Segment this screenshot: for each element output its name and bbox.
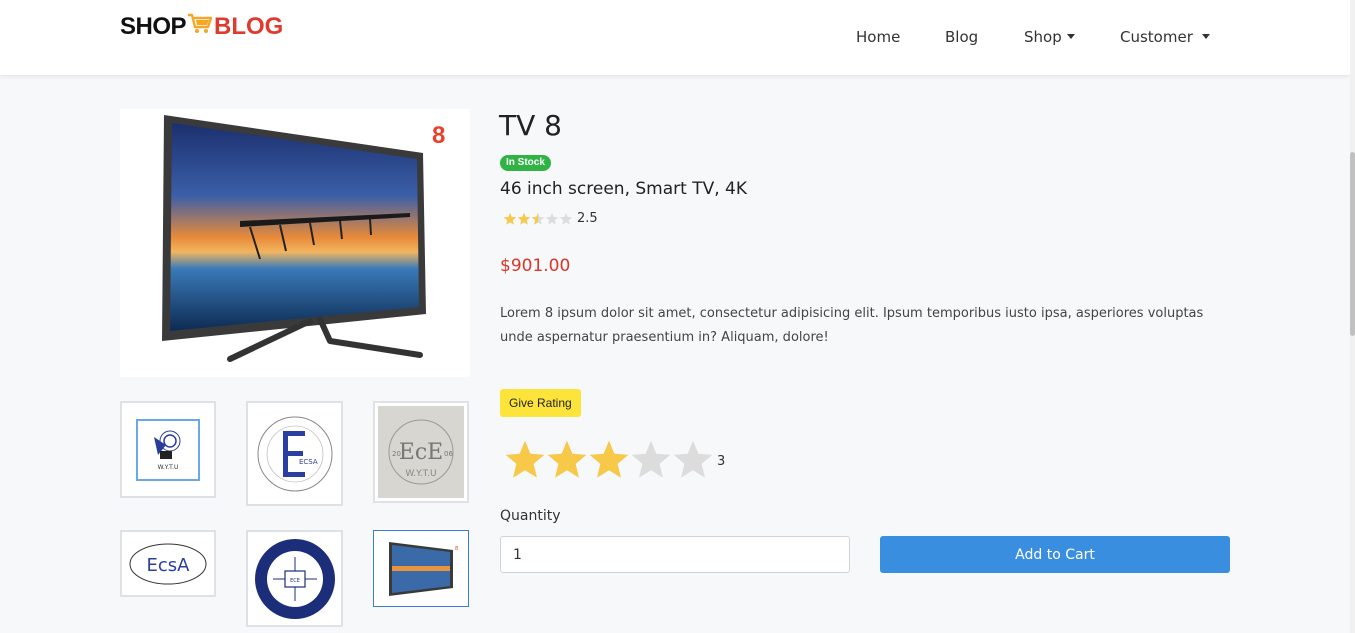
quantity-input[interactable]: [500, 536, 850, 573]
thumbnail-3-year-left: 20: [392, 450, 401, 458]
navbar: SHOP BLOG Home Blog Shop Customer: [0, 0, 1350, 75]
quantity-label: Quantity: [500, 508, 561, 524]
user-star-empty-icon[interactable]: [671, 438, 715, 482]
thumbnail-2-label: ECSA: [299, 458, 318, 466]
thumbnail-2[interactable]: ECSA: [246, 401, 343, 506]
thumbnail-4[interactable]: EcsA: [120, 530, 216, 597]
user-rating-value: 3: [717, 453, 726, 469]
user-rating-stars[interactable]: 3: [503, 438, 725, 482]
product-star-empty-icon: [559, 212, 573, 225]
shopping-cart-icon: [187, 11, 213, 42]
nav-customer-label: Customer: [1120, 28, 1193, 46]
user-star-empty-icon[interactable]: [629, 438, 673, 482]
brand-blog-text: BLOG: [214, 12, 284, 40]
brand-logo[interactable]: SHOP BLOG: [120, 11, 283, 42]
user-star-full-icon[interactable]: [503, 438, 547, 482]
rating-stars: [503, 212, 573, 226]
product-description: Lorem 8 ipsum dolor sit amet, consectetu…: [500, 306, 1204, 345]
user-star-full-icon[interactable]: [545, 438, 589, 482]
thumbnail-3-sub: W.Y.T.U: [405, 469, 436, 479]
product-image-number: 8: [432, 122, 445, 149]
rating-value: 2.5: [577, 211, 598, 226]
product-subtitle: 46 inch screen, Smart TV, 4K: [500, 179, 747, 199]
brand-shop-text: SHOP: [120, 12, 187, 40]
product-star-empty-icon: [545, 212, 559, 225]
thumbnail-5[interactable]: ECE: [246, 530, 343, 627]
thumbnail-5-label: ECE: [290, 578, 300, 584]
nav-shop[interactable]: Shop: [1024, 28, 1075, 46]
thumbnail-3[interactable]: EcE 20 06 W.Y.T.U: [373, 401, 469, 503]
product-star-full-icon: [503, 212, 517, 225]
nav-shop-label: Shop: [1024, 28, 1062, 46]
nav-home[interactable]: Home: [856, 28, 900, 46]
thumbnail-1-label: W.Y.T.U: [158, 464, 179, 471]
add-to-cart-button[interactable]: Add to Cart: [880, 536, 1230, 573]
product-star-full-icon: [517, 212, 531, 225]
nav-customer[interactable]: Customer: [1120, 28, 1210, 46]
give-rating-button[interactable]: Give Rating: [500, 389, 581, 417]
stock-badge: In Stock: [500, 155, 551, 171]
thumbnail-6-label: 8: [455, 546, 458, 552]
nav-blog[interactable]: Blog: [945, 28, 978, 46]
product-price: $901.00: [500, 256, 571, 276]
product-title: TV 8: [499, 109, 562, 142]
product-main-image: 8: [120, 109, 470, 377]
rating-star-group[interactable]: [503, 438, 713, 482]
thumbnail-3-year-right: 06: [444, 450, 453, 458]
thumbnail-1[interactable]: W.Y.T.U: [120, 401, 216, 498]
product-star-half-icon: [531, 212, 545, 225]
thumbnail-4-label: EcsA: [147, 555, 191, 576]
thumbnail-3-label: EcE: [399, 440, 443, 465]
thumbnail-6[interactable]: 8: [373, 530, 469, 607]
product-rating: 2.5: [503, 211, 598, 226]
caret-down-icon: [1201, 33, 1210, 39]
caret-down-icon: [1066, 33, 1075, 39]
user-star-full-icon[interactable]: [587, 438, 631, 482]
scrollbar-thumb[interactable]: [1350, 152, 1355, 336]
